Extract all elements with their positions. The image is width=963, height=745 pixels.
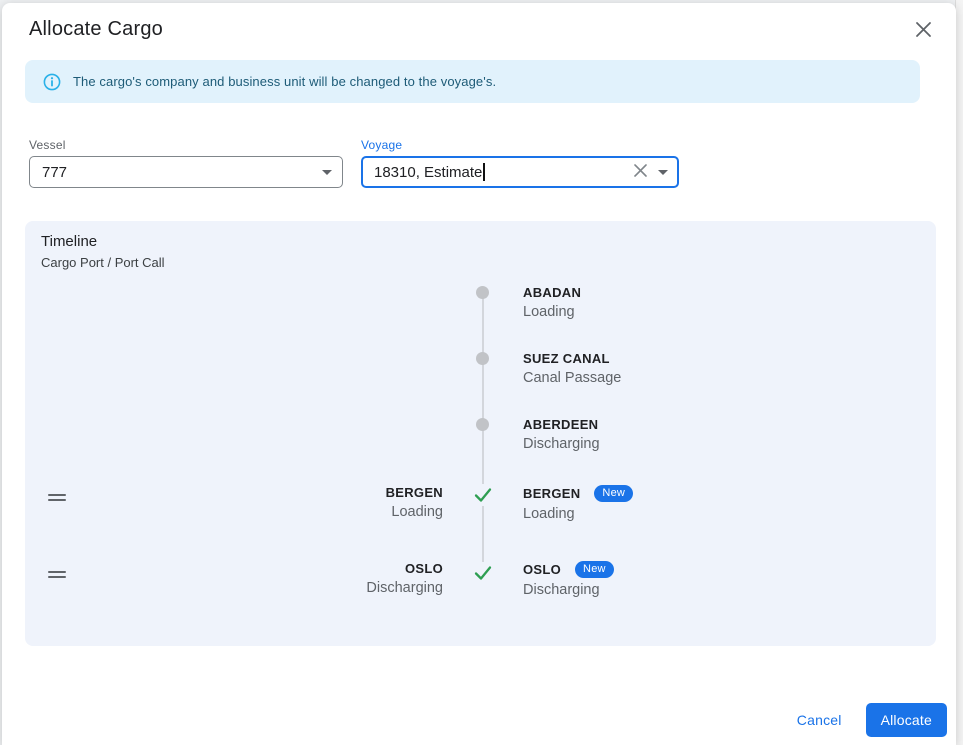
port-activity: Discharging bbox=[523, 582, 614, 599]
vessel-field-group: Vessel 777 bbox=[29, 138, 343, 188]
timeline-subtitle: Cargo Port / Port Call bbox=[41, 255, 165, 270]
timeline-dot bbox=[476, 286, 489, 299]
voyage-field-group: Voyage 18310, Estimate bbox=[361, 138, 679, 188]
drag-handle[interactable] bbox=[48, 494, 66, 501]
timeline-stop: OSLO New Discharging bbox=[523, 561, 614, 599]
cargo-port-name: OSLO bbox=[366, 561, 443, 577]
clear-voyage-button[interactable] bbox=[631, 161, 650, 183]
new-badge: New bbox=[575, 561, 614, 578]
check-icon bbox=[472, 562, 494, 584]
close-button[interactable] bbox=[910, 18, 936, 44]
text-cursor bbox=[483, 163, 485, 181]
close-icon bbox=[915, 21, 932, 41]
clear-icon bbox=[633, 163, 648, 181]
chevron-down-icon[interactable] bbox=[658, 170, 668, 175]
port-activity: Discharging bbox=[523, 436, 600, 453]
vessel-select[interactable]: 777 bbox=[29, 156, 343, 188]
cargo-port-name: BERGEN bbox=[386, 485, 443, 501]
timeline-dot bbox=[476, 418, 489, 431]
cargo-port-activity: Loading bbox=[386, 504, 443, 521]
cargo-port-block: BERGEN Loading bbox=[386, 485, 443, 521]
cargo-port-activity: Discharging bbox=[366, 580, 443, 597]
timeline-stop: BERGEN New Loading bbox=[523, 485, 633, 523]
voyage-input[interactable]: 18310, Estimate bbox=[361, 156, 679, 188]
timeline-connector-line bbox=[482, 292, 484, 574]
port-name: OSLO bbox=[523, 562, 561, 577]
timeline-stop: SUEZ CANAL Canal Passage bbox=[523, 351, 621, 387]
timeline-dot bbox=[476, 352, 489, 365]
timeline-title: Timeline bbox=[41, 233, 97, 250]
voyage-label: Voyage bbox=[361, 138, 679, 152]
check-icon bbox=[472, 484, 494, 506]
timeline-stop: ABADAN Loading bbox=[523, 285, 581, 321]
port-name: BERGEN bbox=[523, 486, 580, 501]
background-page-edge bbox=[955, 0, 963, 745]
port-activity: Loading bbox=[523, 506, 633, 523]
vessel-value: 777 bbox=[42, 164, 314, 181]
port-name: SUEZ CANAL bbox=[523, 351, 621, 367]
dialog-title: Allocate Cargo bbox=[29, 18, 163, 41]
cancel-button[interactable]: Cancel bbox=[797, 712, 842, 728]
vessel-label: Vessel bbox=[29, 138, 343, 152]
port-activity: Canal Passage bbox=[523, 370, 621, 387]
port-name: ABADAN bbox=[523, 285, 581, 301]
info-icon bbox=[43, 73, 61, 91]
allocate-button[interactable]: Allocate bbox=[866, 703, 947, 737]
dialog-footer: Cancel Allocate bbox=[797, 703, 947, 737]
voyage-value: 18310, Estimate bbox=[374, 164, 482, 181]
port-name: ABERDEEN bbox=[523, 417, 600, 433]
drag-handle[interactable] bbox=[48, 571, 66, 578]
chevron-down-icon bbox=[322, 170, 332, 175]
timeline-panel: Timeline Cargo Port / Port Call ABADAN L… bbox=[25, 221, 936, 646]
info-banner: The cargo's company and business unit wi… bbox=[25, 60, 920, 103]
banner-message: The cargo's company and business unit wi… bbox=[73, 74, 496, 89]
allocate-cargo-dialog: Allocate Cargo The cargo's company and b… bbox=[2, 3, 956, 745]
new-badge: New bbox=[594, 485, 633, 502]
timeline-stop: ABERDEEN Discharging bbox=[523, 417, 600, 453]
cargo-port-block: OSLO Discharging bbox=[366, 561, 443, 597]
port-activity: Loading bbox=[523, 304, 581, 321]
